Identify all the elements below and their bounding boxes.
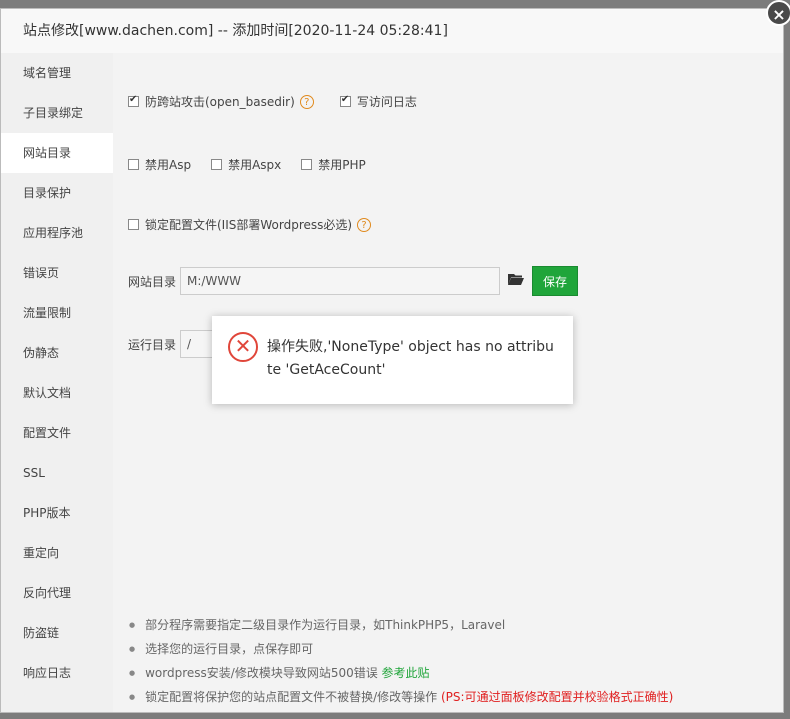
sidebar-item-domain[interactable]: 域名管理 [1,53,113,93]
lock-config-label: 锁定配置文件(IIS部署Wordpress必选) [145,218,353,232]
dialog-title: 站点修改[www.dachen.com] -- 添加时间[2020-11-24 … [1,9,783,54]
close-icon[interactable]: × [766,0,790,26]
sidebar-item-traffic-limit[interactable]: 流量限制 [1,293,113,333]
tip-text: 部分程序需要指定二级目录作为运行目录，如ThinkPHP5，Laravel [145,618,506,632]
disable-aspx-label: 禁用Aspx [228,158,282,172]
error-icon: ✕ [228,332,258,362]
sidebar-item-app-pool[interactable]: 应用程序池 [1,213,113,253]
disable-asp-label: 禁用Asp [145,158,192,172]
sidebar-item-rewrite[interactable]: 伪静态 [1,333,113,373]
lock-config-checkbox[interactable] [128,219,139,230]
sidebar-item-php-version[interactable]: PHP版本 [1,493,113,533]
access-log-label: 写访问日志 [356,95,417,109]
help-icon[interactable]: ? [357,217,372,232]
help-icon[interactable]: ? [299,94,314,109]
options-row-1: 防跨站攻击(open_basedir) ? 写访问日志 [128,93,417,110]
sidebar-item-response-log[interactable]: 响应日志 [1,653,113,693]
tips-list: 部分程序需要指定二级目录作为运行目录，如ThinkPHP5，Laravel 选择… [129,613,673,709]
sidebar: 域名管理 子目录绑定 网站目录 目录保护 应用程序池 错误页 流量限制 伪静态 … [1,53,113,712]
reference-link[interactable]: 参考此贴 [382,666,430,680]
open-basedir-label: 防跨站攻击(open_basedir) [145,95,295,109]
tip-item: wordpress安装/修改模块导致网站500错误 参考此贴 [129,661,673,685]
sidebar-item-redirect[interactable]: 重定向 [1,533,113,573]
sidebar-item-config-file[interactable]: 配置文件 [1,413,113,453]
site-dir-label: 网站目录 [128,274,177,289]
disable-asp-checkbox[interactable] [128,159,139,170]
sidebar-item-default-doc[interactable]: 默认文档 [1,373,113,413]
tip-text: 选择您的运行目录，点保存即可 [145,642,314,656]
sidebar-item-subdir[interactable]: 子目录绑定 [1,93,113,133]
disable-php-checkbox[interactable] [301,159,313,170]
disable-aspx-checkbox[interactable] [211,159,223,170]
sidebar-item-dir-protect[interactable]: 目录保护 [1,173,113,213]
site-dir-input[interactable] [180,267,501,295]
open-basedir-checkbox[interactable] [128,94,139,107]
tip-warning: (PS:可通过面板修改配置并校验格式正确性) [440,690,674,704]
sidebar-item-hotlink[interactable]: 防盗链 [1,613,113,653]
sidebar-item-reverse-proxy[interactable]: 反向代理 [1,573,113,613]
tip-item: 部分程序需要指定二级目录作为运行目录，如ThinkPHP5，Laravel [129,613,673,637]
tip-item: 锁定配置将保护您的站点配置文件不被替换/修改等操作 (PS:可通过面板修改配置并… [129,685,673,709]
access-log-checkbox[interactable] [339,94,351,107]
sidebar-item-site-dir[interactable]: 网站目录 [1,133,113,173]
disable-php-label: 禁用PHP [318,158,366,172]
sidebar-item-error-page[interactable]: 错误页 [1,253,113,293]
options-row-2: 禁用Asp 禁用Aspx 禁用PHP [128,156,366,173]
save-button[interactable]: 保存 [532,266,579,296]
options-row-3: 锁定配置文件(IIS部署Wordpress必选) ? [128,216,372,233]
tip-text: 锁定配置将保护您的站点配置文件不被替换/修改等操作 [145,690,441,704]
folder-open-icon[interactable] [508,273,525,290]
tip-item: 选择您的运行目录，点保存即可 [129,637,673,661]
run-dir-label: 运行目录 [128,337,177,352]
tip-text: wordpress安装/修改模块导致网站500错误 [145,666,382,680]
error-message: 操作失败,'NoneType' object has no attribute … [267,339,554,378]
site-dir-row: 网站目录 保存 [128,266,579,296]
sidebar-item-ssl[interactable]: SSL [1,453,113,493]
error-toast: ✕ 操作失败,'NoneType' object has no attribut… [212,316,573,404]
